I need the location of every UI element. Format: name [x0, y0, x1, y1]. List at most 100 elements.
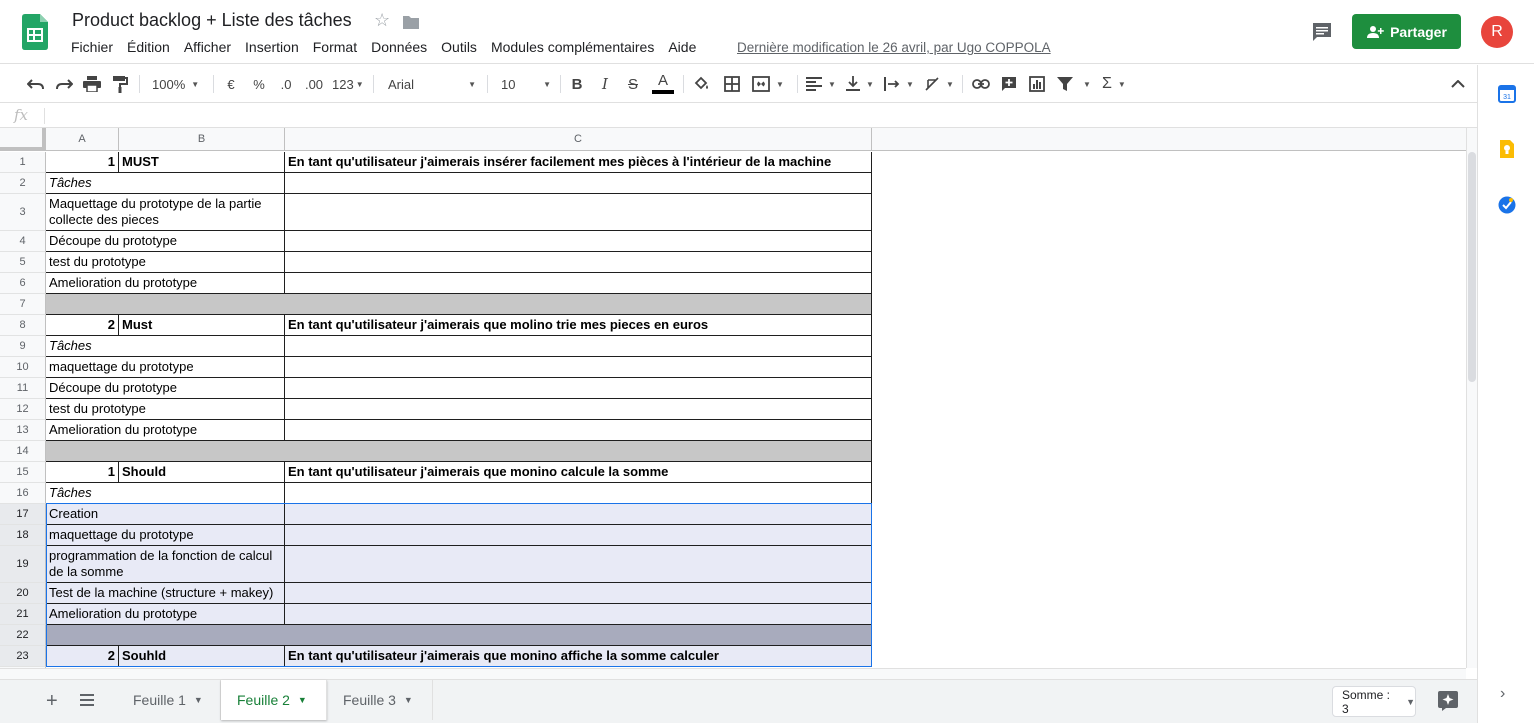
column-header-a[interactable]: A — [46, 128, 119, 151]
collapse-toolbar-icon[interactable] — [1448, 74, 1468, 94]
row-header[interactable]: 21 — [0, 604, 46, 625]
cell-user-story[interactable]: En tant qu'utilisateur j'aimerais insére… — [285, 152, 872, 173]
menu-modules[interactable]: Modules complémentaires — [491, 39, 654, 57]
cell-task[interactable]: Amelioration du prototype — [46, 420, 285, 441]
cell-moscow[interactable]: MUST — [119, 152, 285, 173]
insert-comment-icon[interactable] — [999, 74, 1019, 94]
cell-task[interactable]: Découpe du prototype — [46, 231, 285, 252]
cell-moscow[interactable]: Must — [119, 315, 285, 336]
cell-empty[interactable] — [285, 273, 872, 294]
column-header-c[interactable]: C — [285, 128, 872, 151]
cell-empty[interactable] — [285, 420, 872, 441]
row-header[interactable]: 16 — [0, 483, 46, 504]
vertical-scroll-thumb[interactable] — [1468, 152, 1476, 382]
cell-separator[interactable] — [46, 294, 872, 315]
cell-empty[interactable] — [285, 583, 872, 604]
cell-empty[interactable] — [285, 231, 872, 252]
row-header[interactable]: 15 — [0, 462, 46, 483]
insert-chart-icon[interactable] — [1027, 74, 1047, 94]
font-size-select[interactable]: 10 ▼ — [501, 74, 551, 94]
cell-task[interactable]: maquettage du prototype — [46, 357, 285, 378]
zoom-select[interactable]: 100% ▼ — [152, 74, 204, 94]
menu-format[interactable]: Format — [313, 39, 357, 57]
fill-color-icon[interactable] — [692, 74, 712, 94]
row-header[interactable]: 10 — [0, 357, 46, 378]
row-header[interactable]: 8 — [0, 315, 46, 336]
calendar-icon[interactable]: 31 — [1498, 85, 1516, 103]
cell-empty[interactable] — [285, 399, 872, 420]
print-icon[interactable] — [82, 74, 102, 94]
row-header[interactable]: 2 — [0, 173, 46, 194]
cell-empty[interactable] — [285, 504, 872, 525]
cell-priority[interactable]: 1 — [46, 462, 119, 483]
text-rotation-icon[interactable]: ▼ — [924, 74, 956, 94]
row-header[interactable]: 7 — [0, 294, 46, 315]
cell-task[interactable]: Maquettage du prototype de la partie col… — [46, 194, 285, 231]
cell-priority[interactable]: 2 — [46, 646, 119, 667]
sheet-tab-1[interactable]: Feuille 1 ▼ — [117, 680, 221, 720]
spreadsheet-grid[interactable]: A B C 1 1 MUST En tant qu'utilisateur j'aim… — [0, 128, 1466, 668]
cell-task[interactable]: maquettage du prototype — [46, 525, 285, 546]
row-header[interactable]: 6 — [0, 273, 46, 294]
row-header[interactable]: 23 — [0, 646, 46, 667]
cell-task[interactable]: Test de la machine (structure + makey) — [46, 583, 285, 604]
menu-afficher[interactable]: Afficher — [184, 39, 231, 57]
cell-empty[interactable] — [285, 483, 872, 504]
cell-tasks-label[interactable]: Tâches — [46, 483, 285, 504]
cell-priority[interactable]: 1 — [46, 152, 119, 173]
cell-priority[interactable]: 2 — [46, 315, 119, 336]
row-header[interactable]: 5 — [0, 252, 46, 273]
cell-separator[interactable] — [46, 441, 872, 462]
more-formats-select[interactable]: 123 ▼ — [332, 74, 364, 94]
row-header[interactable]: 3 — [0, 194, 46, 231]
cell-user-story[interactable]: En tant qu'utilisateur j'aimerais que mo… — [285, 462, 872, 483]
row-header[interactable]: 1 — [0, 152, 46, 173]
percent-format-button[interactable]: % — [250, 74, 268, 94]
horizontal-scrollbar[interactable] — [0, 668, 1466, 679]
cell-separator[interactable] — [46, 625, 872, 646]
comment-icon[interactable] — [1311, 22, 1333, 42]
cell-task[interactable]: Découpe du prototype — [46, 378, 285, 399]
last-edit-link[interactable]: Dernière modification le 26 avril, par U… — [737, 40, 1051, 55]
strikethrough-icon[interactable]: S — [625, 74, 641, 94]
row-header[interactable]: 17 — [0, 504, 46, 525]
cell-empty[interactable] — [285, 252, 872, 273]
cell-empty[interactable] — [285, 357, 872, 378]
cell-task[interactable]: test du prototype — [46, 252, 285, 273]
cell-moscow[interactable]: Should — [119, 462, 285, 483]
cell-empty[interactable] — [285, 525, 872, 546]
all-sheets-menu-icon[interactable] — [80, 694, 94, 706]
cell-task[interactable]: test du prototype — [46, 399, 285, 420]
star-icon[interactable]: ☆ — [374, 10, 390, 31]
menu-fichier[interactable]: Fichier — [71, 39, 113, 57]
cell-empty[interactable] — [285, 194, 872, 231]
row-header[interactable]: 22 — [0, 625, 46, 646]
row-header[interactable]: 19 — [0, 546, 46, 583]
chevron-right-icon[interactable]: › — [1500, 685, 1505, 703]
cell-empty[interactable] — [285, 546, 872, 583]
row-header[interactable]: 12 — [0, 399, 46, 420]
bold-icon[interactable]: B — [569, 74, 585, 94]
sheet-tab-2[interactable]: Feuille 2 ▼ — [221, 680, 327, 720]
borders-icon[interactable] — [722, 74, 742, 94]
vertical-align-icon[interactable]: ▼ — [846, 74, 878, 94]
text-wrap-icon[interactable]: ▼ — [884, 74, 916, 94]
cell-tasks-label[interactable]: Tâches — [46, 173, 285, 194]
redo-icon[interactable] — [54, 74, 74, 94]
functions-icon[interactable]: Σ ▼ — [1102, 74, 1134, 94]
share-button[interactable]: Partager — [1352, 14, 1461, 49]
tasks-icon[interactable] — [1498, 196, 1516, 214]
select-all-corner[interactable] — [0, 128, 46, 151]
undo-icon[interactable] — [26, 74, 46, 94]
merge-cells-icon[interactable]: ▼ — [752, 74, 790, 94]
folder-icon[interactable] — [402, 14, 420, 30]
row-header[interactable]: 20 — [0, 583, 46, 604]
row-header[interactable]: 4 — [0, 231, 46, 252]
cell-user-story[interactable]: En tant qu'utilisateur j'aimerais que mo… — [285, 315, 872, 336]
menu-donnees[interactable]: Données — [371, 39, 427, 57]
cell-empty[interactable] — [285, 336, 872, 357]
column-header-b[interactable]: B — [119, 128, 285, 151]
currency-format-button[interactable]: € — [222, 74, 240, 94]
cell-empty[interactable] — [285, 604, 872, 625]
explore-icon[interactable] — [1438, 691, 1458, 711]
